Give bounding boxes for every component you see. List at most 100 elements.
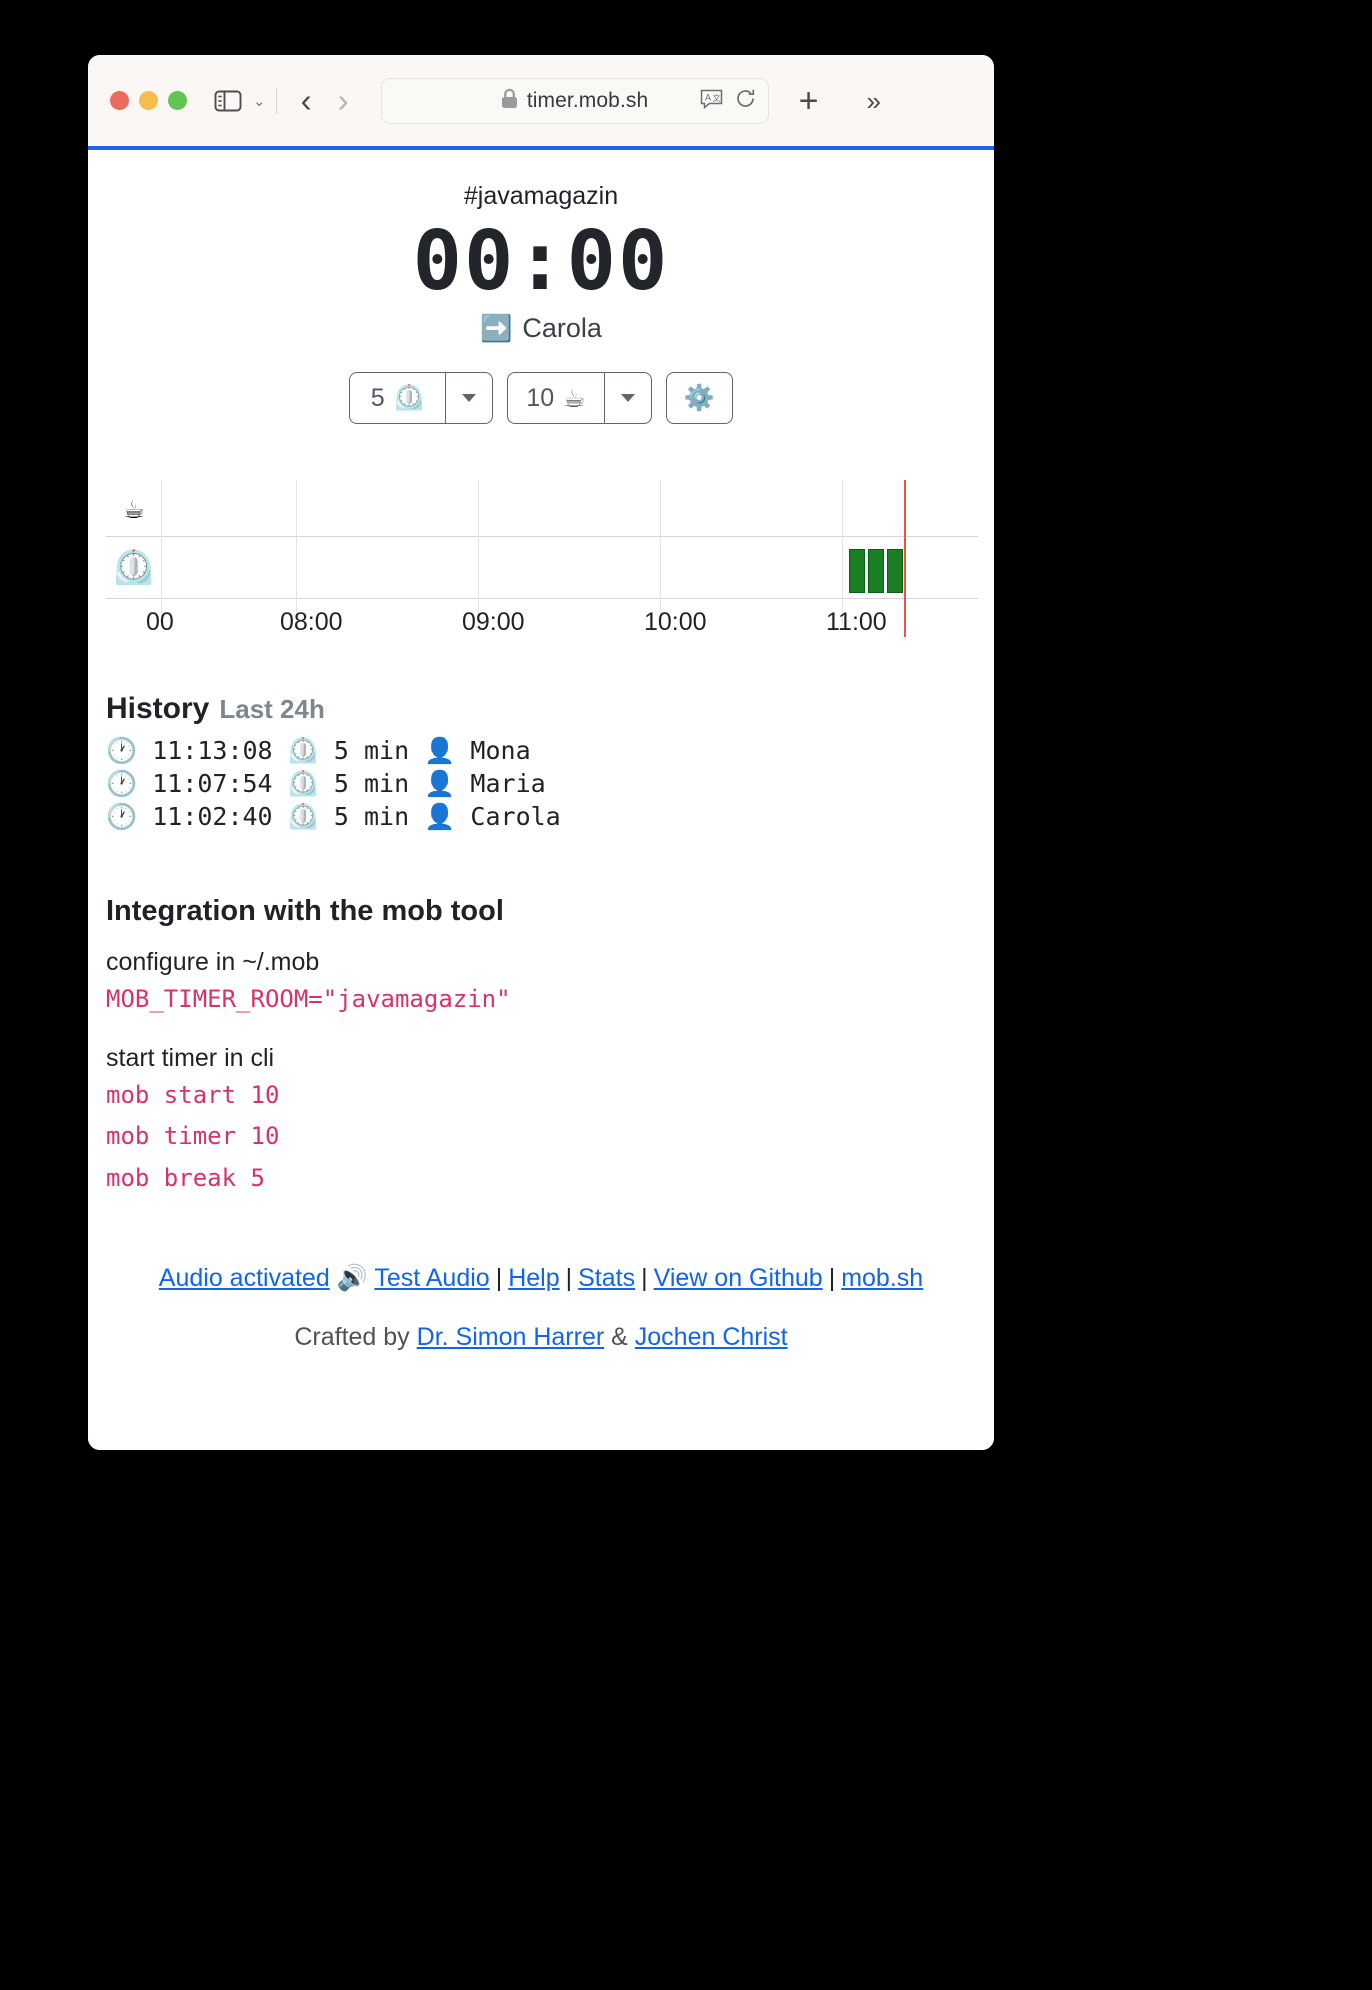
chart-bar[interactable] — [868, 549, 884, 594]
clock-icon: 🕐 — [106, 769, 138, 799]
history-user: Carola — [470, 802, 561, 832]
stats-link[interactable]: Stats — [578, 1264, 635, 1292]
minimize-window-button[interactable] — [139, 91, 158, 110]
mobsh-link[interactable]: mob.sh — [841, 1264, 923, 1292]
url-text: timer.mob.sh — [526, 88, 649, 112]
chart-bar[interactable] — [849, 549, 865, 594]
new-tab-button[interactable]: + — [799, 84, 819, 118]
browser-window: ⌄ ‹ › timer.mob.sh A 文 + » #javamagazin … — [88, 55, 994, 1450]
chart-vline-1 — [296, 480, 297, 626]
settings-button[interactable]: ⚙️ — [665, 372, 733, 425]
timer-icon: ⏲️ — [287, 769, 319, 799]
break-minutes-value: 10 — [526, 383, 555, 412]
user-icon: 👤 — [424, 736, 456, 766]
author-link-2[interactable]: Jochen Christ — [635, 1323, 788, 1351]
footer-links: Audio activated 🔊 Test Audio | Help | Stats |… — [88, 1263, 994, 1293]
author-link-1[interactable]: Dr. Simon Harrer — [417, 1323, 605, 1351]
current-user: ➡️ Carola — [88, 313, 994, 344]
command-line: mob start 10 — [106, 1081, 280, 1110]
chevron-down-icon — [462, 394, 477, 403]
chart-vline-3 — [660, 480, 661, 626]
timer-button-group: 5 ⏲️ — [349, 372, 494, 425]
chart-vline-0 — [161, 480, 162, 626]
svg-text:文: 文 — [712, 93, 720, 103]
chart-vline-2 — [478, 480, 479, 626]
speaker-icon: 🔊 — [336, 1262, 368, 1292]
clock-icon: 🕐 — [106, 802, 138, 832]
timer-icon: ⏲️ — [287, 736, 319, 766]
chart-vline-4 — [842, 480, 843, 626]
integration-title: Integration with the mob tool — [106, 895, 504, 928]
audio-activated-link[interactable]: Audio activated — [159, 1264, 330, 1292]
reload-icon[interactable] — [735, 88, 756, 114]
chart-hline-middle — [106, 536, 978, 538]
toolbar-divider — [275, 87, 277, 114]
history-row: 🕐 11:07:54 ⏲️ 5 min 👤 Maria — [106, 767, 976, 800]
history-user: Mona — [470, 736, 531, 766]
timer-display: 00:00 — [412, 214, 670, 309]
user-icon: 👤 — [424, 769, 456, 799]
current-time-marker — [904, 480, 906, 638]
chart-xtick: 10:00 — [644, 608, 707, 637]
start-timer-button[interactable]: 5 ⏲️ — [349, 372, 446, 425]
start-break-button[interactable]: 10 ☕ — [507, 372, 604, 425]
history-list: 🕐 11:13:08 ⏲️ 5 min 👤 Mona 🕐 11:07:54 ⏲️… — [106, 734, 976, 833]
chevron-down-icon — [620, 394, 635, 403]
page-loading-bar — [88, 146, 994, 150]
chart-xtick: 09:00 — [462, 608, 525, 637]
sidebar-icon[interactable] — [213, 86, 243, 116]
crafted-by: Crafted by Dr. Simon Harrer & Jochen Chr… — [88, 1323, 994, 1352]
crafted-prefix: Crafted by — [294, 1322, 410, 1351]
timer-minutes-value: 5 — [370, 383, 385, 412]
room-name: #javamagazin — [463, 182, 619, 210]
address-bar[interactable]: timer.mob.sh A 文 — [380, 77, 769, 124]
history-duration: 5 min — [333, 736, 410, 766]
command-line: mob break 5 — [106, 1163, 265, 1192]
user-icon: 👤 — [424, 802, 456, 832]
history-user: Maria — [470, 769, 546, 799]
history-row: 🕐 11:02:40 ⏲️ 5 min 👤 Carola — [106, 800, 976, 833]
footer-separator: | — [565, 1263, 573, 1292]
chart-row-label-timer: ⏲️ — [112, 548, 156, 589]
chart-xtick: 00 — [146, 608, 174, 637]
history-row: 🕐 11:13:08 ⏲️ 5 min 👤 Mona — [106, 734, 976, 767]
configure-code: MOB_TIMER_ROOM="javamagazin" — [106, 985, 511, 1014]
chart-xtick: 11:00 — [826, 608, 887, 637]
start-timer-label: start timer in cli — [106, 1044, 275, 1073]
history-title: History — [106, 692, 210, 726]
test-audio-link[interactable]: Test Audio — [374, 1264, 489, 1292]
close-window-button[interactable] — [110, 91, 129, 110]
command-line: mob timer 10 — [106, 1122, 280, 1151]
github-link[interactable]: View on Github — [654, 1264, 823, 1292]
chart-bar[interactable] — [887, 549, 903, 594]
timeline-chart-inner: ☕ ⏲️ 00 08:00 09:00 10:00 11:00 — [88, 468, 994, 638]
forward-button[interactable]: › — [338, 84, 349, 117]
more-toolbar-items-icon[interactable]: » — [866, 88, 880, 114]
history-duration: 5 min — [333, 802, 410, 832]
break-button-group: 10 ☕ — [507, 372, 652, 425]
history-duration: 5 min — [333, 769, 410, 799]
back-button[interactable]: ‹ — [301, 84, 312, 117]
history-subtitle: Last 24h — [219, 694, 325, 725]
gear-icon: ⚙️ — [683, 383, 715, 413]
help-link[interactable]: Help — [508, 1264, 559, 1292]
browser-toolbar: ⌄ ‹ › timer.mob.sh A 文 + » — [88, 55, 994, 146]
chevron-down-icon[interactable]: ⌄ — [253, 92, 266, 110]
timeline-chart: ☕ ⏲️ 00 08:00 09:00 10:00 11:00 — [88, 468, 994, 638]
coffee-icon: ☕ — [563, 383, 586, 413]
history-time: 11:02:40 — [152, 802, 273, 832]
history-section: History Last 24h 🕐 11:13:08 ⏲️ 5 min 👤 M… — [88, 692, 994, 833]
chart-xtick: 08:00 — [280, 608, 343, 637]
lock-icon — [501, 88, 518, 113]
window-controls — [110, 91, 187, 110]
svg-text:A: A — [705, 92, 711, 102]
history-heading: History Last 24h — [106, 692, 976, 726]
translate-icon[interactable]: A 文 — [700, 88, 723, 114]
break-dropdown-button[interactable] — [603, 372, 652, 425]
history-time: 11:07:54 — [152, 769, 273, 799]
timer-dropdown-button[interactable] — [445, 372, 494, 425]
maximize-window-button[interactable] — [168, 91, 187, 110]
arrow-right-icon: ➡️ — [480, 313, 513, 344]
current-user-name: Carola — [522, 313, 602, 344]
chart-hline-bottom — [106, 598, 978, 600]
